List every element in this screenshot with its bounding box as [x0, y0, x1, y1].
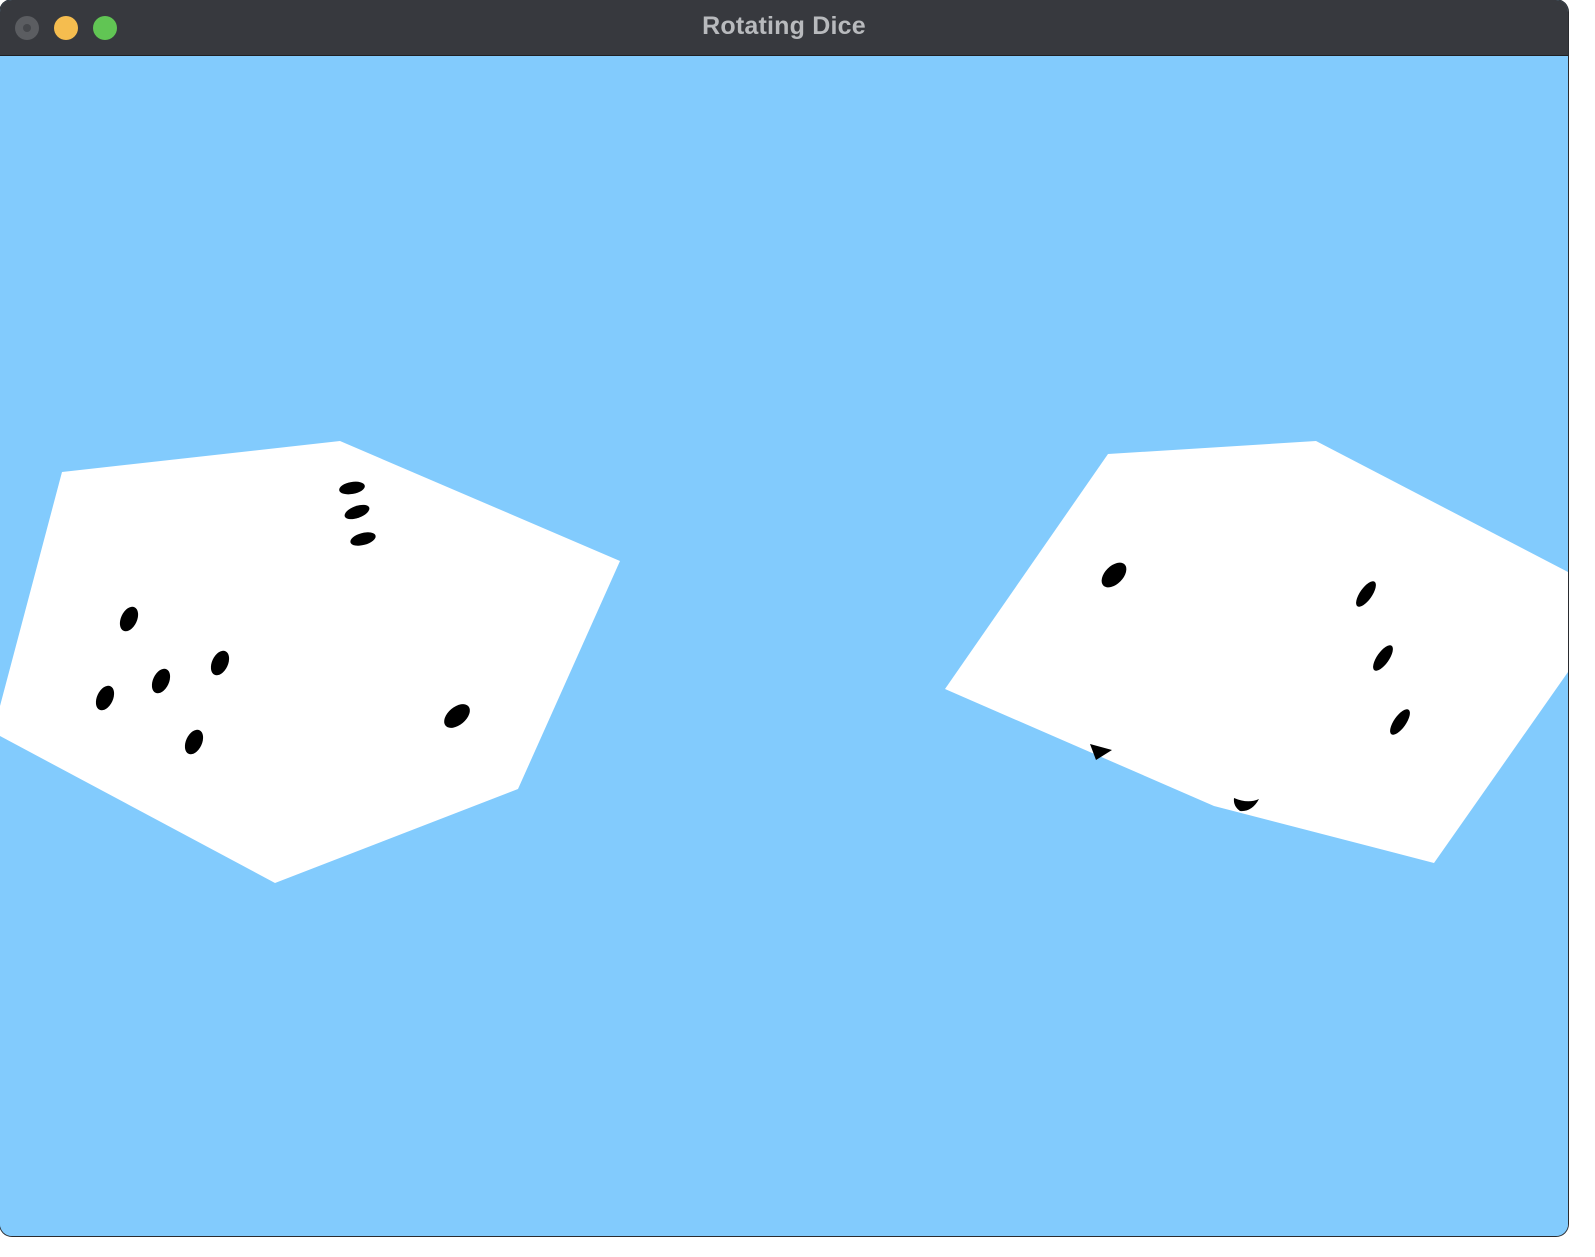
title-bar[interactable]: Rotating Dice — [0, 0, 1568, 56]
left-die — [0, 441, 620, 883]
right-die — [945, 441, 1568, 863]
left-die-face — [0, 441, 620, 883]
render-canvas — [0, 56, 1568, 1236]
app-window: Rotating Dice — [0, 0, 1568, 1236]
window-title: Rotating Dice — [702, 12, 866, 40]
scene-svg — [0, 441, 1568, 883]
right-die-face — [945, 441, 1568, 863]
